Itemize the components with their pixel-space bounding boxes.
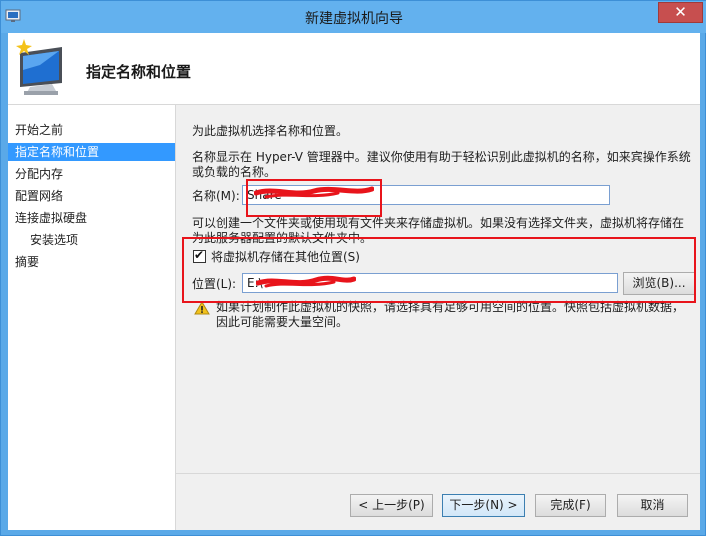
wizard-content: 为此虚拟机选择名称和位置。 名称显示在 Hyper-V 管理器中。建议你使用有助…: [176, 105, 700, 489]
close-icon: ✕: [674, 3, 687, 21]
finish-button[interactable]: 完成(F): [535, 494, 606, 517]
title-bar[interactable]: 新建虚拟机向导 ✕: [1, 1, 706, 33]
nav-item-virtual-disk[interactable]: 连接虚拟硬盘: [8, 209, 175, 227]
folder-description-line2: 为此服务器配置的默认文件夹中。: [192, 231, 373, 245]
footer-divider: [176, 473, 700, 474]
next-button[interactable]: 下一步(N) >: [442, 494, 525, 517]
location-input[interactable]: E:\: [242, 273, 618, 293]
name-input[interactable]: Share: [242, 185, 610, 205]
previous-button[interactable]: < 上一步(P): [350, 494, 433, 517]
checkmark-icon: ✔: [194, 248, 205, 262]
browse-button[interactable]: 浏览(B)...: [623, 272, 695, 295]
nav-item-memory[interactable]: 分配内存: [8, 165, 175, 183]
window-title: 新建虚拟机向导: [305, 11, 403, 27]
warning-line2: 因此可能需要大量空间。: [216, 315, 349, 329]
page-title: 指定名称和位置: [86, 63, 192, 81]
nav-item-before-you-begin[interactable]: 开始之前: [8, 121, 175, 139]
folder-description-line1: 可以创建一个文件夹或使用现有文件夹来存储虚拟机。如果没有选择文件夹，虚拟机将存储…: [192, 216, 685, 230]
nav-item-name-location[interactable]: 指定名称和位置: [8, 143, 175, 161]
nav-item-summary[interactable]: 摘要: [8, 253, 175, 271]
nav-item-network[interactable]: 配置网络: [8, 187, 175, 205]
nav-item-install-options[interactable]: 安装选项: [8, 231, 175, 249]
warning-triangle-icon: [194, 301, 210, 315]
monitor-sparkle-icon: [16, 39, 62, 95]
name-label: 名称(M):: [192, 189, 240, 203]
name-description-line2: 或负载的名称。: [192, 165, 277, 179]
wizard-nav: 开始之前 指定名称和位置 分配内存 配置网络 连接虚拟硬盘 安装选项 摘要: [8, 105, 176, 530]
close-button[interactable]: ✕: [658, 2, 703, 23]
intro-text: 为此虚拟机选择名称和位置。: [192, 124, 349, 138]
wizard-client: 指定名称和位置 开始之前 指定名称和位置 分配内存 配置网络 连接虚拟硬盘 安装…: [8, 33, 700, 530]
wizard-window: 新建虚拟机向导 ✕ 指定名称和位置 开始之前 指定名称和位置 分配内存 配置网络…: [0, 0, 706, 536]
name-description-line1: 名称显示在 Hyper-V 管理器中。建议你使用有助于轻松识别此虚拟机的名称，如…: [192, 150, 691, 164]
wizard-header: 指定名称和位置: [8, 33, 700, 105]
store-elsewhere-label[interactable]: 将虚拟机存储在其他位置(S): [211, 249, 360, 265]
warning-line1: 如果计划制作此虚拟机的快照，请选择具有足够可用空间的位置。快照包括虚拟机数据，: [216, 300, 685, 314]
cancel-button[interactable]: 取消: [617, 494, 688, 517]
store-elsewhere-checkbox[interactable]: ✔: [193, 248, 206, 263]
location-label: 位置(L):: [192, 277, 237, 291]
